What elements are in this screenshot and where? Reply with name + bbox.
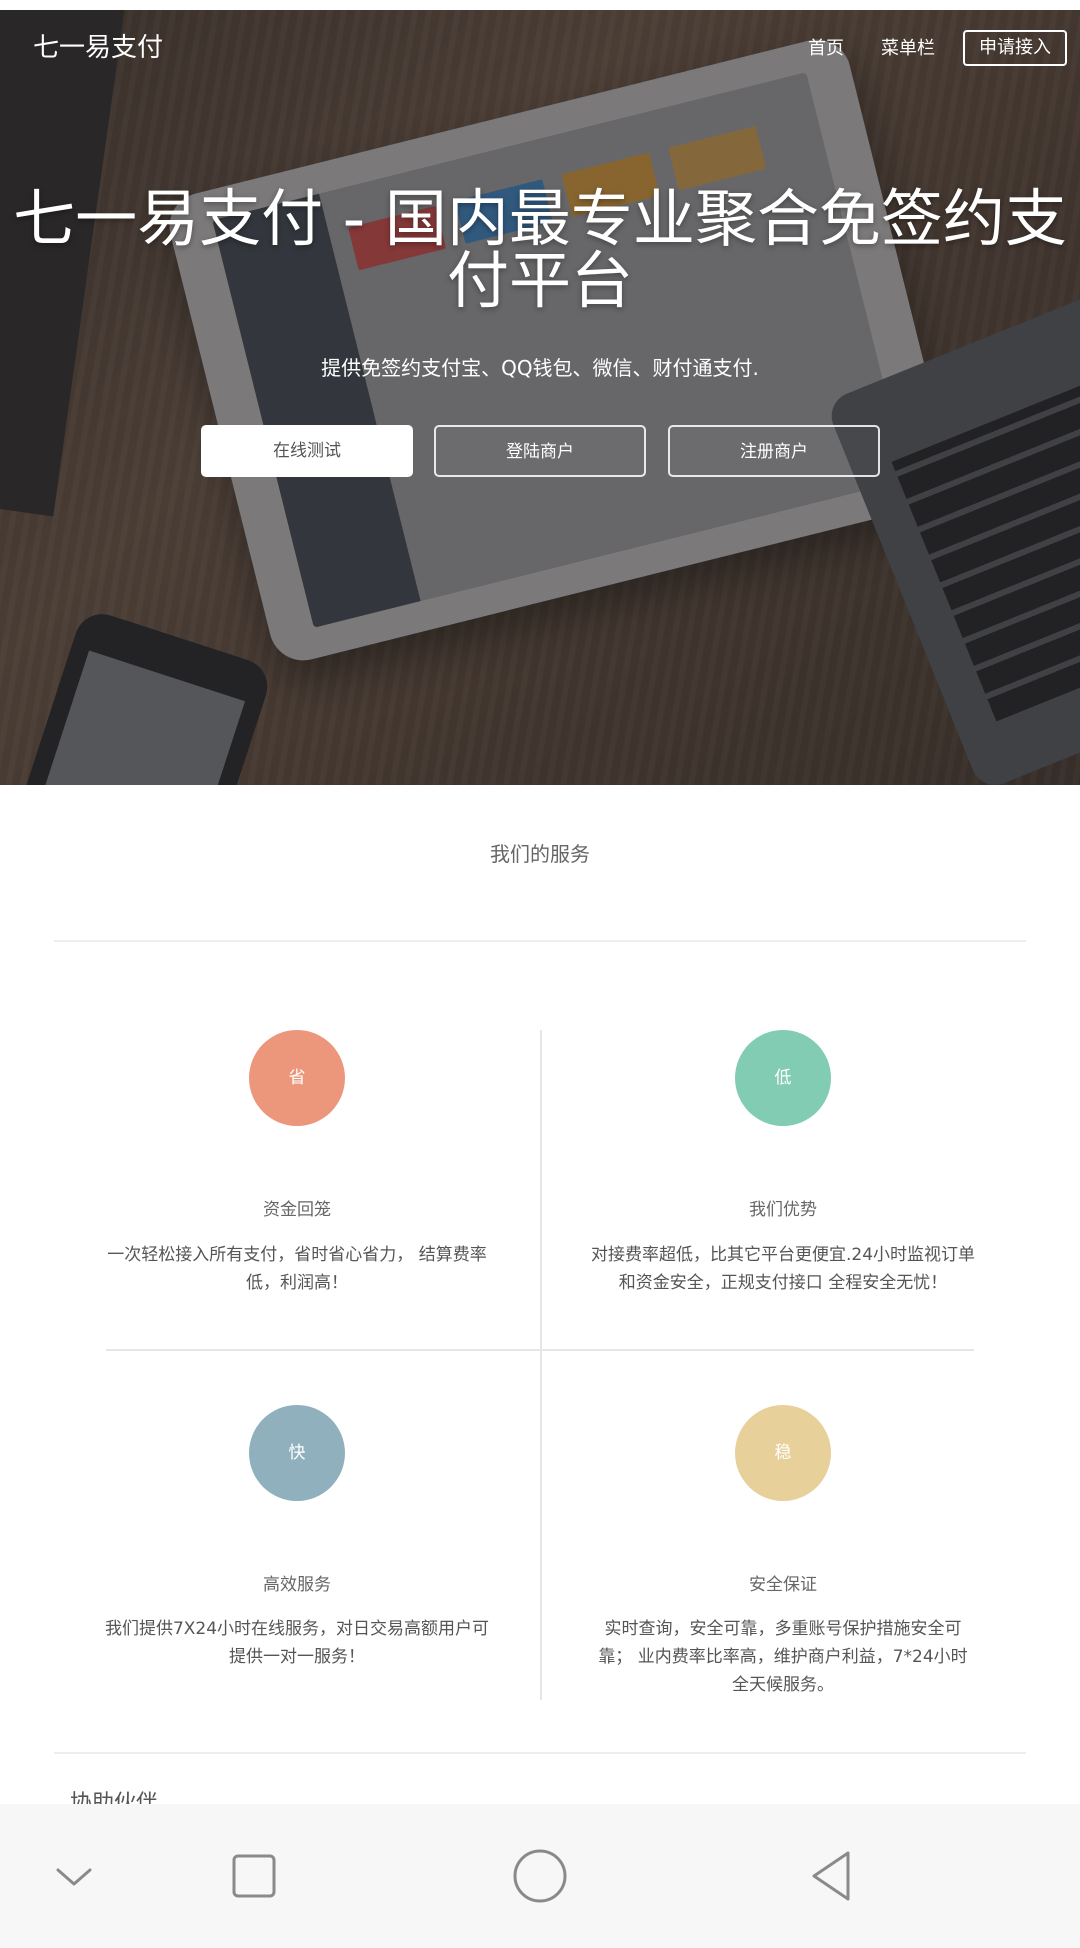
- service-card-title: 高效服务: [263, 1575, 331, 1595]
- apply-access-button[interactable]: 申请接入: [963, 30, 1067, 66]
- low-badge-icon: 低: [735, 1030, 831, 1126]
- service-card-title: 资金回笼: [263, 1200, 331, 1220]
- fast-badge-icon: 快: [249, 1405, 345, 1501]
- chevron-down-icon[interactable]: [42, 1844, 106, 1908]
- grid-vertical-divider: [540, 1030, 542, 1700]
- online-test-button[interactable]: 在线测试: [201, 425, 413, 477]
- merchant-login-button[interactable]: 登陆商户: [434, 425, 646, 477]
- status-strip: [0, 0, 1080, 10]
- triangle-back-icon[interactable]: [800, 1844, 864, 1908]
- nav-home-link[interactable]: 首页: [808, 36, 844, 62]
- merchant-register-button[interactable]: 注册商户: [668, 425, 880, 477]
- stable-badge-icon: 稳: [735, 1405, 831, 1501]
- divider: [54, 1752, 1026, 1754]
- grid-horizontal-divider: [106, 1349, 974, 1351]
- service-card-description: 对接费率超低，比其它平台更便宜.24小时监视订单 和资金安全，正规支付接口 全程…: [590, 1245, 976, 1293]
- hero-banner: 七一易支付 首页 菜单栏 申请接入 七一易支付 - 国内最专业聚合免签约支付平台…: [0, 10, 1080, 785]
- service-card-description: 实时查询，安全可靠，多重账号保护措施安全可靠； 业内费率比率高，维护商户利益，7…: [598, 1619, 968, 1695]
- circle-home-icon[interactable]: [508, 1844, 572, 1908]
- service-card-description: 我们提供7X24小时在线服务，对日交易高额用户可提供一对一服务！: [104, 1619, 490, 1667]
- service-card-description: 一次轻松接入所有支付，省时省心省力， 结算费率低，利润高！: [107, 1245, 487, 1293]
- square-icon[interactable]: [222, 1844, 286, 1908]
- hero-subtitle: 提供免签约支付宝、QQ钱包、微信、财付通支付.: [321, 356, 759, 380]
- services-section-title: 我们的服务: [490, 842, 590, 866]
- system-navigation-bar: [0, 1804, 1080, 1948]
- hero-overlay: [0, 10, 1080, 785]
- divider: [54, 940, 1026, 942]
- service-card-title: 安全保证: [749, 1575, 817, 1595]
- save-badge-icon: 省: [249, 1030, 345, 1126]
- hero-title: 七一易支付 - 国内最专业聚合免签约支付平台: [13, 182, 1067, 317]
- service-card-title: 我们优势: [749, 1200, 817, 1220]
- nav-menu-link[interactable]: 菜单栏: [881, 36, 935, 62]
- brand-logo-text[interactable]: 七一易支付: [33, 28, 163, 68]
